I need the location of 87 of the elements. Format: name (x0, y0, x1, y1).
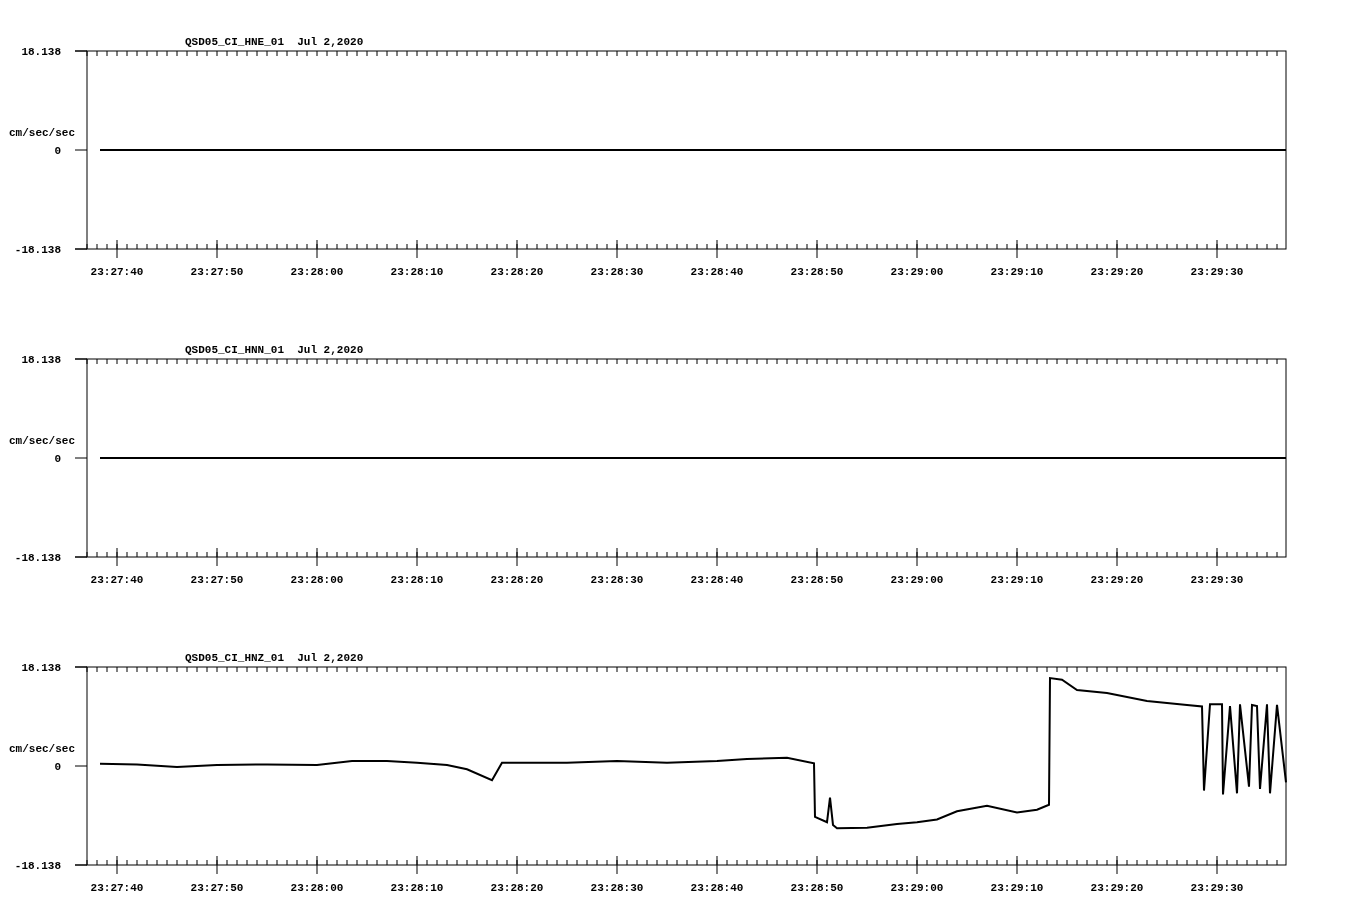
tick-mark (616, 239, 618, 259)
tick-mark (716, 855, 718, 875)
tick-label: 23:29:20 (1090, 266, 1144, 278)
tick-mark (516, 547, 518, 567)
tick-label: 23:27:50 (190, 266, 244, 278)
tick-mark (1216, 239, 1218, 259)
chart-title: QSD05_CI_HNE_01 Jul 2,2020 (185, 36, 364, 48)
tick-label: 23:29:00 (890, 574, 944, 586)
tick-label: 18.138 (21, 662, 61, 674)
tick-mark (516, 855, 518, 875)
tick-label: 23:28:20 (490, 266, 544, 278)
tick-mark (816, 239, 818, 259)
tick-mark (416, 547, 418, 567)
tick-label: 23:27:40 (90, 266, 144, 278)
tick-label: 23:27:40 (90, 574, 144, 586)
tick-label: 23:28:30 (590, 266, 644, 278)
tick-mark (316, 855, 318, 875)
tick-label: 23:28:50 (790, 266, 844, 278)
tick-mark (316, 547, 318, 567)
tick-mark (316, 239, 318, 259)
axis-label: cm/sec/sec (9, 743, 75, 755)
tick-label: 23:29:20 (1090, 882, 1144, 894)
tick-mark (1016, 547, 1018, 567)
tick-mark (216, 855, 218, 875)
tick-label: 18.138 (21, 354, 61, 366)
tick-mark (416, 239, 418, 259)
tick-mark (1216, 855, 1218, 875)
axis-label: cm/sec/sec (9, 435, 75, 447)
tick-label: 18.138 (21, 46, 61, 58)
tick-mark (116, 855, 118, 875)
axis-label: cm/sec/sec (9, 127, 75, 139)
tick-mark (816, 547, 818, 567)
tick-mark (1216, 547, 1218, 567)
tick-label: 23:28:30 (590, 882, 644, 894)
tick-label: 23:27:50 (190, 882, 244, 894)
tick-mark (1116, 855, 1118, 875)
tick-label: 0 (54, 145, 61, 157)
tick-mark (1116, 547, 1118, 567)
tick-mark (716, 547, 718, 567)
tick-mark (716, 239, 718, 259)
tick-label: 23:27:50 (190, 574, 244, 586)
tick-label: 23:28:10 (390, 266, 444, 278)
tick-mark (916, 547, 918, 567)
tick-label: -18.138 (14, 552, 61, 564)
tick-label: 23:28:30 (590, 574, 644, 586)
tick-mark (116, 239, 118, 259)
chart-title: QSD05_CI_HNN_01 Jul 2,2020 (185, 344, 364, 356)
tick-label: 0 (54, 453, 61, 465)
tick-label: -18.138 (14, 860, 61, 872)
tick-label: 23:28:00 (290, 266, 344, 278)
tick-mark (616, 855, 618, 875)
chart-title: QSD05_CI_HNZ_01 Jul 2,2020 (185, 652, 364, 664)
tick-mark (916, 855, 918, 875)
tick-mark (416, 855, 418, 875)
tick-mark (916, 239, 918, 259)
tick-label: 23:29:10 (990, 882, 1044, 894)
tick-label: 23:28:00 (290, 882, 344, 894)
tick-label: 23:28:40 (690, 574, 744, 586)
tick-label: 23:29:20 (1090, 574, 1144, 586)
tick-label: -18.138 (14, 244, 61, 256)
tick-label: 23:28:20 (490, 574, 544, 586)
tick-label: 23:28:40 (690, 882, 744, 894)
tick-mark (816, 855, 818, 875)
tick-mark (616, 547, 618, 567)
tick-label: 23:29:10 (990, 574, 1044, 586)
tick-label: 23:29:00 (890, 882, 944, 894)
tick-label: 23:28:50 (790, 882, 844, 894)
tick-label: 23:28:00 (290, 574, 344, 586)
tick-label: 23:29:30 (1190, 266, 1244, 278)
tick-label: 23:29:10 (990, 266, 1044, 278)
tick-label: 23:28:10 (390, 882, 444, 894)
tick-label: 0 (54, 761, 61, 773)
tick-mark (1116, 239, 1118, 259)
tick-label: 23:29:00 (890, 266, 944, 278)
tick-label: 23:29:30 (1190, 574, 1244, 586)
tick-label: 23:28:10 (390, 574, 444, 586)
tick-label: 23:28:40 (690, 266, 744, 278)
tick-mark (216, 239, 218, 259)
tick-mark (1016, 855, 1018, 875)
tick-mark (116, 547, 118, 567)
tick-mark (516, 239, 518, 259)
tick-mark (1016, 239, 1018, 259)
tick-label: 23:29:30 (1190, 882, 1244, 894)
tick-label: 23:28:50 (790, 574, 844, 586)
tick-label: 23:27:40 (90, 882, 144, 894)
tick-mark (216, 547, 218, 567)
tick-label: 23:28:20 (490, 882, 544, 894)
